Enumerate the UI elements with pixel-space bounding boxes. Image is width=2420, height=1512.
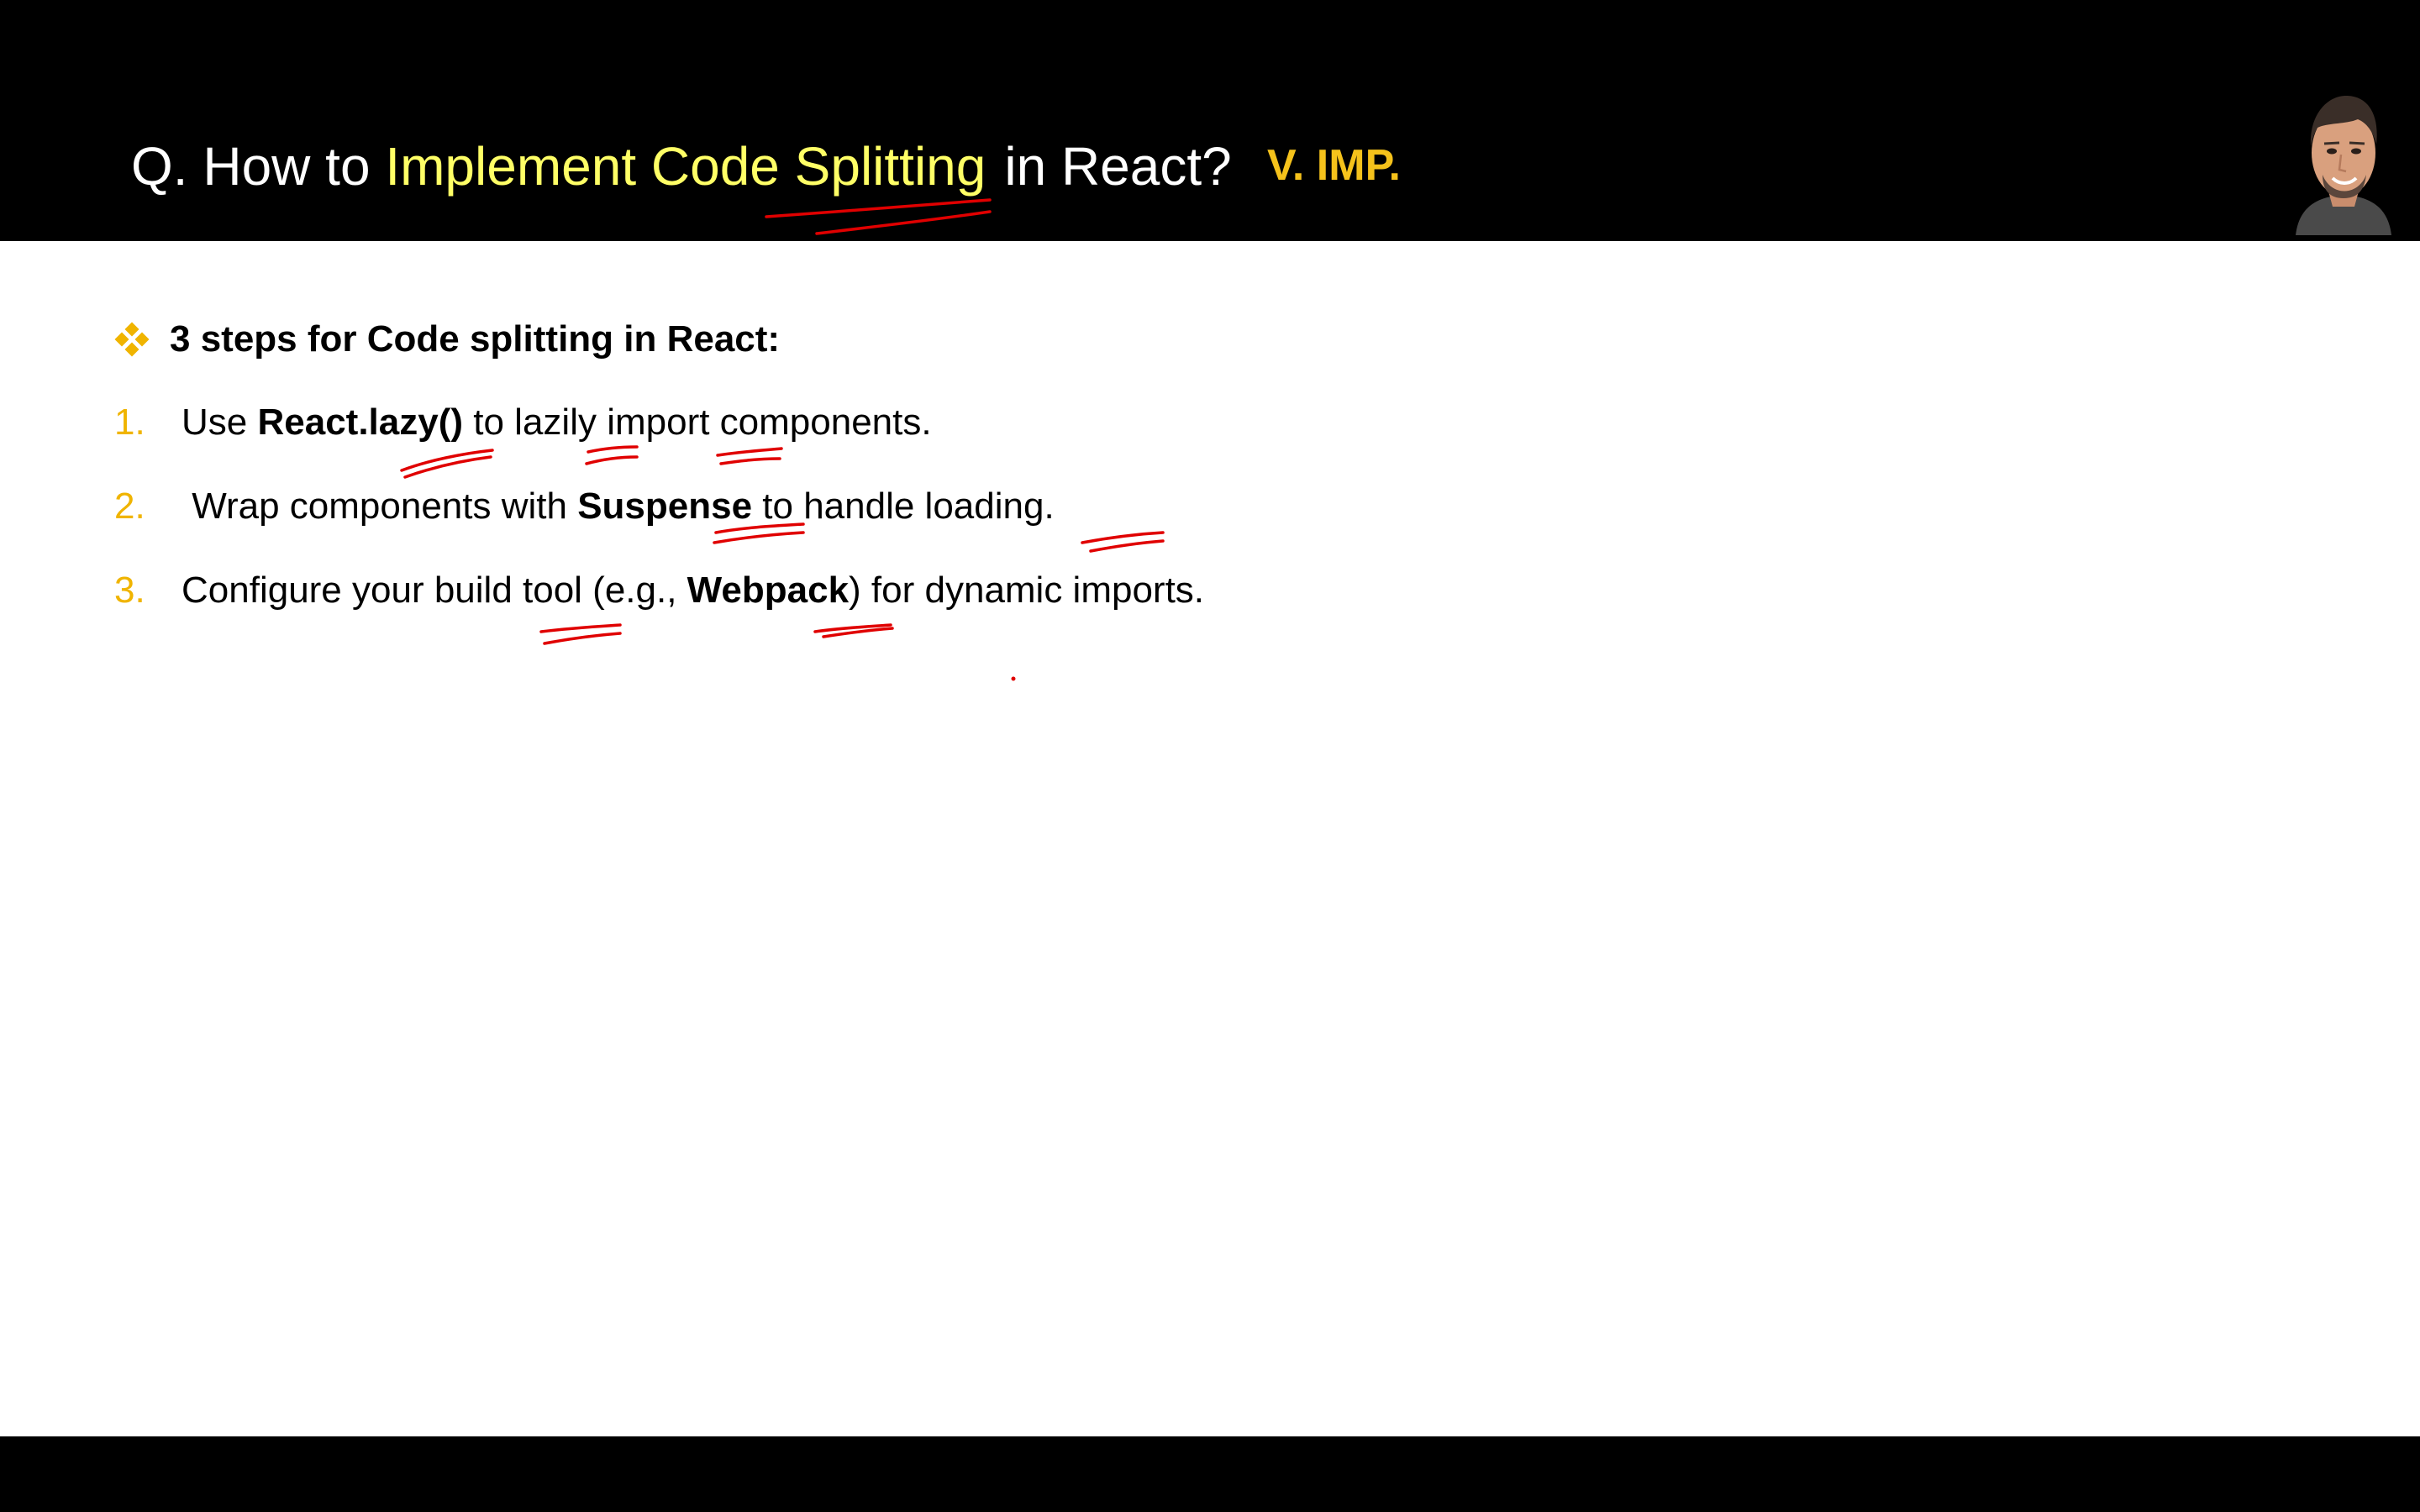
step-number: 2. — [114, 486, 145, 527]
step-text-after: to handle loading. — [752, 486, 1055, 527]
importance-badge: V. IMP. — [1267, 141, 1401, 190]
underline-suspense — [713, 531, 805, 544]
step-keyword: React.lazy() — [257, 402, 464, 443]
underline-loading — [1089, 539, 1165, 553]
step-text-before: Configure your build tool (e.g., — [182, 570, 687, 611]
underline-webpack — [822, 627, 894, 638]
underline-webpack — [813, 623, 892, 633]
step-number: 1. — [114, 402, 145, 443]
step-item: 1. Use React.lazy() to lazily import com… — [114, 396, 932, 449]
title-suffix: in React? — [1004, 136, 1232, 197]
bottom-bar — [0, 1436, 2420, 1512]
underline-import — [719, 457, 781, 465]
underline-import — [716, 447, 783, 457]
step-keyword: Suspense — [577, 486, 753, 527]
step-text: Wrap components with Suspense to handle … — [182, 486, 1055, 528]
step-text-after: ) for dynamic imports. — [849, 570, 1205, 611]
heading-text: 3 steps for Code splitting in React: — [170, 318, 781, 360]
step-item: 3. Configure your build tool (e.g., Webp… — [114, 564, 1204, 617]
underline-react-lazy — [403, 455, 492, 479]
step-item: 2. Wrap components with Suspense to hand… — [114, 480, 1055, 533]
step-keyword: Webpack — [687, 570, 850, 611]
step-text-after: to lazily import components. — [463, 402, 932, 443]
underline-lazily — [585, 455, 639, 465]
title-prefix: Q. How to — [131, 136, 386, 197]
underline-loading — [1081, 531, 1165, 544]
step-text: Use React.lazy() to lazily import compon… — [182, 402, 932, 444]
title-highlight: Implement Code Splitting — [385, 136, 986, 197]
underline-tool — [539, 623, 622, 633]
section-heading: 3 steps for Code splitting in React: — [114, 312, 780, 366]
step-number: 3. — [114, 570, 145, 611]
presenter-avatar — [2284, 81, 2403, 235]
step-text-before: Use — [182, 402, 258, 443]
step-text-before: Wrap components with — [182, 486, 578, 527]
slide: Q. How to Implement Code Splitting in Rea… — [0, 0, 2420, 1512]
slide-title: Q. How to Implement Code Splitting in Rea… — [131, 133, 1232, 200]
underline-react-lazy — [400, 449, 494, 472]
diamond-bullet-icon — [114, 322, 150, 357]
underline-tool — [543, 632, 622, 645]
title-bar — [0, 0, 2420, 241]
step-text: Configure your build tool (e.g., Webpack… — [182, 570, 1204, 612]
ink-dot — [1011, 676, 1016, 681]
